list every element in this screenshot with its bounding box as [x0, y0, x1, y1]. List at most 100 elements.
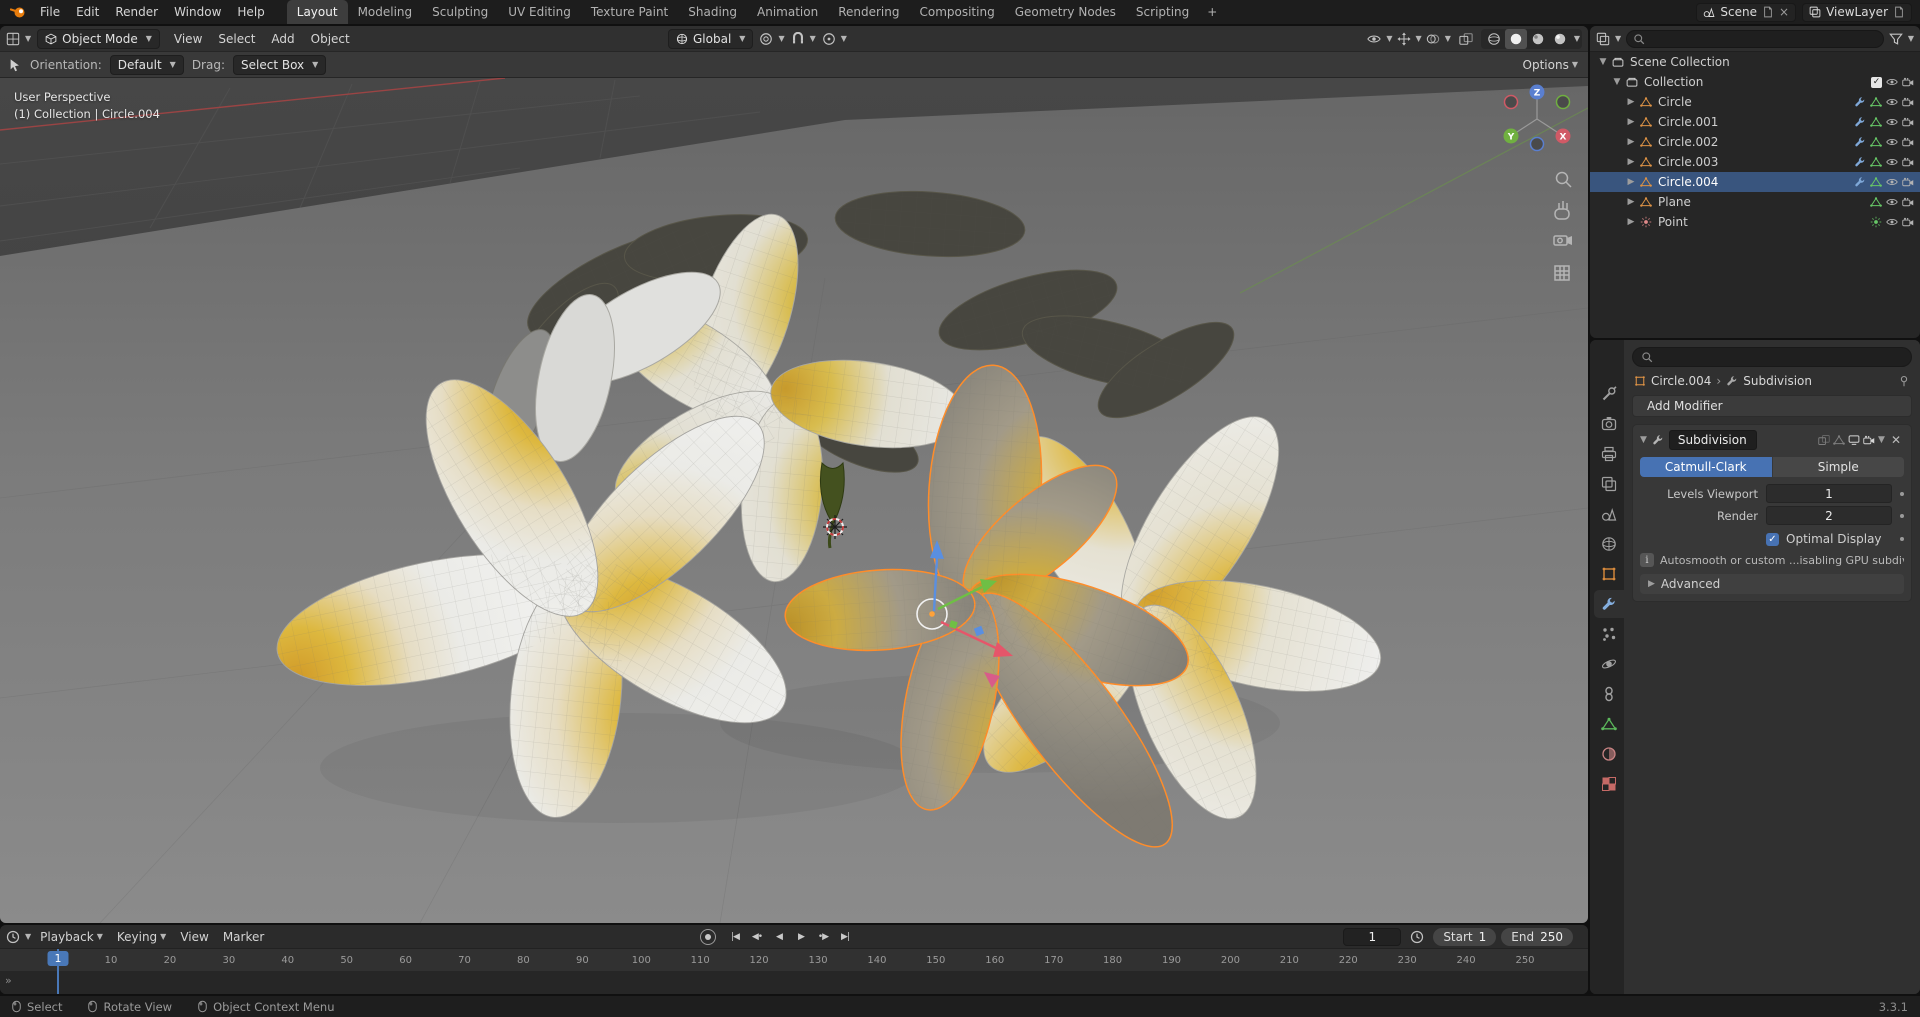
- hide-icon[interactable]: [1886, 156, 1898, 168]
- render-levels-field[interactable]: 2: [1766, 506, 1892, 525]
- mesh-data-icon[interactable]: [1870, 96, 1882, 108]
- preview-range-button[interactable]: [1406, 927, 1428, 947]
- modifier-icon[interactable]: [1854, 116, 1866, 128]
- blender-logo-icon[interactable]: [4, 0, 32, 24]
- render-visibility-icon[interactable]: [1902, 196, 1914, 208]
- timeline-menu-keying[interactable]: Keying ▼: [110, 925, 173, 948]
- levels-viewport-field[interactable]: 1: [1766, 484, 1892, 503]
- tab-particles[interactable]: [1594, 620, 1624, 648]
- outliner-row-circle-003[interactable]: ▶ Circle.003: [1590, 152, 1920, 172]
- menu-edit[interactable]: Edit: [68, 0, 107, 24]
- current-frame-field[interactable]: 1: [1343, 927, 1402, 946]
- on-cage-toggle[interactable]: [1818, 434, 1830, 446]
- expand-arrow[interactable]: ▶: [1624, 97, 1638, 107]
- play-button[interactable]: ▶: [791, 928, 811, 946]
- axis-neg-z[interactable]: [1529, 136, 1545, 152]
- optimal-display-checkbox[interactable]: ✓: [1766, 532, 1779, 546]
- hide-icon[interactable]: [1886, 76, 1898, 88]
- show-overlays-toggle[interactable]: ▼: [1426, 29, 1451, 49]
- outliner-row-circle[interactable]: ▶ Circle: [1590, 92, 1920, 112]
- workspace-tab-geometry-nodes[interactable]: Geometry Nodes: [1005, 0, 1126, 24]
- menu-window[interactable]: Window: [166, 0, 229, 24]
- expand-arrow[interactable]: ▶: [1624, 197, 1638, 207]
- frame-end-field[interactable]: End 250: [1501, 927, 1573, 946]
- modifier-icon[interactable]: [1854, 176, 1866, 188]
- animate-dot[interactable]: [1900, 491, 1904, 496]
- tab-texture[interactable]: [1594, 770, 1624, 798]
- viewport-menu-object[interactable]: Object: [303, 26, 358, 51]
- expand-arrow[interactable]: ▶: [1624, 157, 1638, 167]
- properties-search-input[interactable]: [1632, 347, 1912, 367]
- jump-to-end-button[interactable]: ▶|: [835, 928, 855, 946]
- view-layer-selector[interactable]: ViewLayer: [1802, 2, 1912, 22]
- modifier-extras-dropdown[interactable]: ▼: [1878, 435, 1885, 445]
- hide-icon[interactable]: [1886, 176, 1898, 188]
- outliner-search-input[interactable]: [1626, 29, 1884, 48]
- outliner-filter-button[interactable]: ▼: [1889, 29, 1914, 49]
- active-tool-icon[interactable]: [8, 58, 22, 72]
- outliner-row-scene-collection[interactable]: ▼ Scene Collection: [1590, 52, 1920, 72]
- workspace-tab-sculpting[interactable]: Sculpting: [422, 0, 498, 24]
- render-toggle[interactable]: [1863, 434, 1875, 446]
- jump-to-start-button[interactable]: |◀: [725, 928, 745, 946]
- render-visibility-icon[interactable]: [1902, 96, 1914, 108]
- workspace-tab-compositing[interactable]: Compositing: [909, 0, 1004, 24]
- workspace-tab-layout[interactable]: Layout: [286, 0, 348, 24]
- hide-icon[interactable]: [1886, 136, 1898, 148]
- workspace-tab-shading[interactable]: Shading: [678, 0, 747, 24]
- new-view-layer-icon[interactable]: [1893, 6, 1905, 18]
- scene-selector[interactable]: Scene ×: [1696, 2, 1797, 22]
- playhead[interactable]: 1: [47, 951, 69, 966]
- expand-arrow[interactable]: ▶: [1624, 217, 1638, 227]
- frame-start-field[interactable]: Start 1: [1433, 927, 1497, 946]
- workspace-tab-animation[interactable]: Animation: [747, 0, 828, 24]
- proportional-editing-toggle[interactable]: ▼: [822, 29, 847, 49]
- tab-physics[interactable]: [1594, 650, 1624, 678]
- workspace-tab-scripting[interactable]: Scripting: [1126, 0, 1199, 24]
- animate-dot[interactable]: [1900, 513, 1904, 518]
- render-visibility-icon[interactable]: [1902, 76, 1914, 88]
- new-scene-icon[interactable]: [1762, 6, 1774, 18]
- timeline-menu-view[interactable]: View: [173, 925, 215, 948]
- expand-arrow[interactable]: ▼: [1596, 57, 1610, 67]
- light-data-icon[interactable]: [1870, 216, 1882, 228]
- mesh-data-icon[interactable]: [1870, 116, 1882, 128]
- auto-keyframe-button[interactable]: [700, 928, 716, 945]
- orientation-setting-dropdown[interactable]: Default ▼: [109, 54, 184, 75]
- pin-icon[interactable]: [1898, 375, 1910, 387]
- show-gizmo-toggle[interactable]: ▼: [1397, 29, 1422, 49]
- hide-icon[interactable]: [1886, 96, 1898, 108]
- editor-type-button[interactable]: ▼: [6, 29, 31, 49]
- collection-checkbox[interactable]: ✓: [1871, 76, 1882, 88]
- simple-button[interactable]: Simple: [1772, 457, 1904, 477]
- outliner-row-circle-001[interactable]: ▶ Circle.001: [1590, 112, 1920, 132]
- hide-icon[interactable]: [1886, 196, 1898, 208]
- advanced-subpanel-header[interactable]: ▶ Advanced: [1640, 574, 1904, 594]
- pivot-point-dropdown[interactable]: ▼: [759, 29, 785, 49]
- play-reverse-button[interactable]: ◀: [769, 928, 789, 946]
- mesh-data-icon[interactable]: [1870, 176, 1882, 188]
- render-visibility-icon[interactable]: [1902, 136, 1914, 148]
- viewport-menu-view[interactable]: View: [166, 26, 210, 51]
- snap-toggle[interactable]: ▼: [791, 29, 816, 49]
- next-keyframe-button[interactable]: •▶: [813, 928, 833, 946]
- unlink-scene-icon[interactable]: ×: [1779, 5, 1789, 19]
- summary-chevron-icon[interactable]: »: [5, 974, 12, 987]
- shading-wireframe-button[interactable]: [1483, 29, 1505, 49]
- outliner-row-circle-002[interactable]: ▶ Circle.002: [1590, 132, 1920, 152]
- tab-object-data[interactable]: [1594, 710, 1624, 738]
- outliner-editor-type-button[interactable]: ▼: [1596, 29, 1621, 49]
- mesh-data-icon[interactable]: [1870, 196, 1882, 208]
- outliner-row-circle-004-selected[interactable]: ▶ Circle.004: [1590, 172, 1920, 192]
- modifier-icon[interactable]: [1854, 136, 1866, 148]
- menu-help[interactable]: Help: [229, 0, 272, 24]
- workspace-tab-modeling[interactable]: Modeling: [348, 0, 423, 24]
- timeline-menu-playback[interactable]: Playback ▼: [33, 925, 110, 948]
- viewport-menu-select[interactable]: Select: [210, 26, 263, 51]
- modifier-name-field[interactable]: Subdivision: [1668, 430, 1757, 450]
- viewport-menu-add[interactable]: Add: [263, 26, 302, 51]
- outliner-row-point[interactable]: ▶ Point: [1590, 212, 1920, 232]
- remove-modifier-button[interactable]: ✕: [1888, 433, 1904, 447]
- workspace-tab-uv-editing[interactable]: UV Editing: [498, 0, 581, 24]
- modifier-icon[interactable]: [1854, 156, 1866, 168]
